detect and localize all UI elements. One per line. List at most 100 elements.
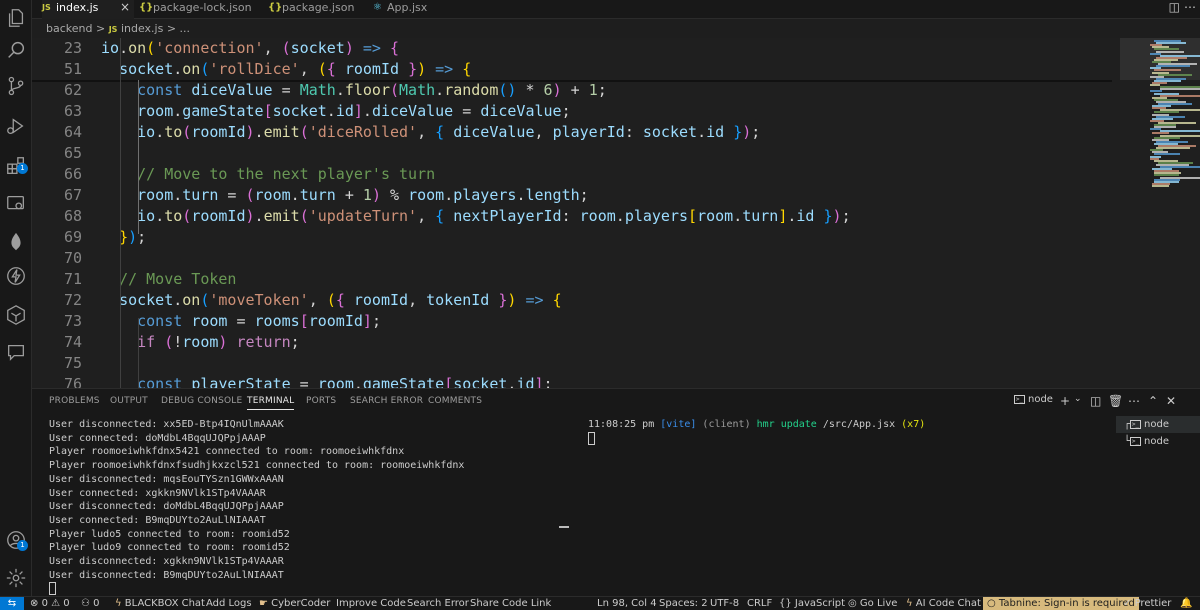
code-token: { [462, 60, 472, 78]
tab-search-error[interactable]: SEARCH ERROR [350, 396, 423, 406]
search-error-status[interactable]: Search Error [407, 597, 469, 610]
encoding-status[interactable]: UTF-8 [710, 597, 739, 610]
code-token: ( [164, 333, 174, 351]
explorer-icon[interactable] [4, 6, 28, 30]
tab-output[interactable]: OUTPUT [110, 396, 148, 406]
go-live-status[interactable]: ◎ Go Live [848, 597, 897, 610]
code-line[interactable]: 71 // Move Token [32, 269, 1112, 290]
terminal-cursor-line [588, 431, 1088, 446]
split-terminal-icon[interactable]: ◫ [1090, 394, 1101, 408]
breadcrumb-folder[interactable]: backend [46, 22, 92, 35]
code-line[interactable]: 63 room.gameState[socket.id].diceValue =… [32, 101, 1112, 122]
ports-status[interactable]: ⚇ 0 [81, 597, 100, 610]
terminal-icon: >_ [1014, 394, 1025, 404]
add-logs-status[interactable]: Add Logs [206, 597, 252, 610]
close-panel-icon[interactable]: ✕ [1166, 394, 1176, 408]
code-token: roomId [308, 312, 363, 330]
terminal-split-sash[interactable] [559, 526, 569, 528]
code-line[interactable]: 69 }); [32, 227, 1112, 248]
code-line[interactable]: 76 const playerState = room.gameState[so… [32, 374, 1112, 388]
code-line[interactable]: 64 io.to(roomId).emit('diceRolled', { di… [32, 122, 1112, 143]
tab-comments[interactable]: COMMENTS [428, 396, 482, 406]
remote-explorer-icon[interactable] [4, 192, 28, 216]
docker-icon[interactable] [4, 303, 28, 327]
terminal-output-left[interactable]: User disconnected: xx5ED-Btp4IQnUlmAAAK U… [49, 418, 569, 597]
improve-code-status[interactable]: Improve Code [336, 597, 406, 610]
code-token: ; [579, 186, 589, 204]
run-debug-icon[interactable] [4, 114, 28, 138]
problems-status[interactable]: ⊗ 0 ⚠ 0 [30, 597, 70, 610]
code-line[interactable]: 67 room.turn = (room.turn + 1) % room.pl… [32, 185, 1112, 206]
new-terminal-icon[interactable]: + [1060, 394, 1070, 408]
prettier-status[interactable]: ✓ Prettier [1123, 597, 1171, 610]
code-line[interactable]: 51 socket.on('rollDice', ({ roomId }) =>… [32, 59, 1112, 80]
close-icon[interactable]: × [120, 0, 130, 15]
error-count: 0 [41, 598, 48, 609]
ai-code-chat-status[interactable]: ϟ AI Code Chat [906, 597, 981, 610]
tab-app-jsx[interactable]: ⚛ App.jsx [373, 0, 427, 19]
tab-problems[interactable]: PROBLEMS [49, 396, 100, 406]
notifications-icon[interactable]: 🔔 [1180, 597, 1192, 610]
code-line[interactable]: 62 const diceValue = Math.floor(Math.ran… [32, 80, 1112, 101]
chevron-down-icon[interactable]: ⌄ [1074, 394, 1082, 404]
remote-indicator-icon[interactable]: ⇆ [0, 597, 24, 610]
share-code-link-status[interactable]: Share Code Link [470, 597, 551, 610]
account-badge: 1 [17, 540, 28, 551]
minimap[interactable] [1120, 38, 1200, 388]
code-line[interactable]: 75 [32, 353, 1112, 374]
more-actions-icon[interactable]: ⋯ [1128, 394, 1140, 408]
code-line[interactable]: 74 if (!room) return; [32, 332, 1112, 353]
eol-status[interactable]: CRLF [747, 597, 772, 610]
code-token: ) [832, 207, 842, 225]
cybercoder-status[interactable]: ☛ CyberCoder [259, 597, 330, 610]
code-token: => [525, 291, 544, 309]
code-line[interactable]: 72 socket.on('moveToken', ({ roomId, tok… [32, 290, 1112, 311]
line-number: 68 [63, 207, 82, 225]
thunder-client-icon[interactable] [4, 264, 28, 288]
tab-package-lock-json[interactable]: {} package-lock.json [139, 0, 252, 19]
more-actions-icon[interactable]: ⋯ [1184, 0, 1196, 14]
source-control-icon[interactable] [4, 74, 28, 98]
tab-package-json[interactable]: {} package.json [268, 0, 354, 19]
breadcrumb-file[interactable]: index.js [121, 22, 163, 35]
tabnine-status[interactable]: ○ Tabnine: Sign-in is required [983, 597, 1139, 610]
split-editor-icon[interactable]: ◫ [1169, 0, 1180, 14]
terminal-name-label: node [1028, 394, 1053, 405]
code-token: room [182, 333, 219, 351]
activity-bar: 1 1 [0, 0, 32, 596]
line-number: 76 [63, 375, 82, 388]
terminal-list-item[interactable]: └ >_ node [1116, 433, 1200, 450]
blackbox-chat-status[interactable]: ϟ BLACKBOX Chat [115, 597, 205, 610]
breadcrumb-symbol[interactable]: > ... [167, 22, 190, 35]
line-number: 71 [63, 270, 82, 288]
code-line[interactable]: 73 const room = rooms[roomId]; [32, 311, 1112, 332]
comments-icon[interactable] [4, 340, 28, 364]
terminal-name[interactable]: >_ node [1014, 394, 1053, 405]
tab-index-js[interactable]: JS index.js × [42, 0, 134, 19]
trash-icon[interactable]: 🗑 [1108, 394, 1123, 408]
code-token: ( [299, 207, 309, 225]
terminal-line: User connected: doMdbL4BqqUJQPpjAAAP [49, 432, 266, 444]
maximize-panel-icon[interactable]: ⌃ [1148, 394, 1158, 408]
tab-debug-console[interactable]: DEBUG CONSOLE [161, 396, 242, 406]
code-line[interactable]: 68 io.to(roomId).emit('updateTurn', { ne… [32, 206, 1112, 227]
code-token: [ [299, 312, 309, 330]
terminal-list-item[interactable]: ┌ >_ node [1116, 416, 1200, 433]
code-token: diceValue [453, 123, 535, 141]
code-token: socket [642, 123, 698, 141]
code-line[interactable]: 70 [32, 248, 1112, 269]
terminal-output-right[interactable]: 11:08:25 pm [vite] (client) hmr update /… [588, 418, 1088, 446]
cursor-position-status[interactable]: Ln 98, Col 4 [597, 597, 657, 610]
code-line[interactable]: 65 [32, 143, 1112, 164]
settings-icon[interactable] [4, 566, 28, 590]
code-line[interactable]: 23 io.on('connection', (socket) => { [32, 38, 1112, 59]
tab-terminal[interactable]: TERMINAL [247, 396, 295, 410]
indentation-status[interactable]: Spaces: 2 [659, 597, 708, 610]
language-status[interactable]: {} JavaScript [779, 597, 845, 610]
search-icon[interactable] [4, 38, 28, 62]
code-line[interactable]: 66 // Move to the next player's turn [32, 164, 1112, 185]
tab-ports[interactable]: PORTS [306, 396, 336, 406]
mongodb-icon[interactable] [4, 230, 28, 254]
code-editor[interactable]: 23 io.on('connection', (socket) => {51 so… [32, 38, 1200, 388]
